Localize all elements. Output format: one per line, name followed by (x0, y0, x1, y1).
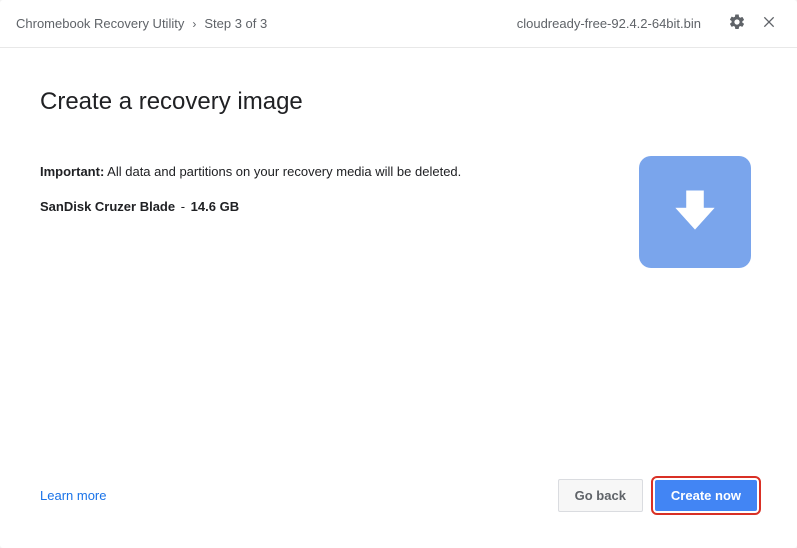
gear-icon (728, 13, 746, 34)
learn-more-link[interactable]: Learn more (40, 488, 106, 503)
page-title: Create a recovery image (40, 88, 757, 116)
footer: Learn more Go back Create now (0, 463, 797, 548)
download-illustration (639, 156, 751, 268)
create-now-button[interactable]: Create now (655, 480, 757, 511)
device-dash: - (177, 199, 189, 214)
content-area: Create a recovery image Important: All d… (0, 48, 797, 463)
dialog-window: Chromebook Recovery Utility › Step 3 of … (0, 0, 797, 548)
important-warning: Important: All data and partitions on yo… (40, 164, 619, 179)
device-size: 14.6 GB (191, 199, 239, 214)
body-row: Important: All data and partitions on yo… (40, 164, 757, 268)
settings-button[interactable] (725, 12, 749, 36)
breadcrumb-chevron: › (192, 17, 196, 31)
close-button[interactable] (757, 12, 781, 36)
device-name: SanDisk Cruzer Blade (40, 199, 175, 214)
app-title: Chromebook Recovery Utility (16, 16, 184, 31)
important-label: Important: (40, 164, 104, 179)
filename-label: cloudready-free-92.4.2-64bit.bin (517, 16, 701, 31)
close-icon (761, 14, 777, 33)
step-indicator: Step 3 of 3 (204, 16, 267, 31)
text-column: Important: All data and partitions on yo… (40, 164, 639, 214)
titlebar: Chromebook Recovery Utility › Step 3 of … (0, 0, 797, 48)
device-line: SanDisk Cruzer Blade - 14.6 GB (40, 199, 619, 214)
important-text: All data and partitions on your recovery… (104, 164, 461, 179)
go-back-button[interactable]: Go back (558, 479, 643, 512)
download-arrow-icon (669, 184, 721, 241)
